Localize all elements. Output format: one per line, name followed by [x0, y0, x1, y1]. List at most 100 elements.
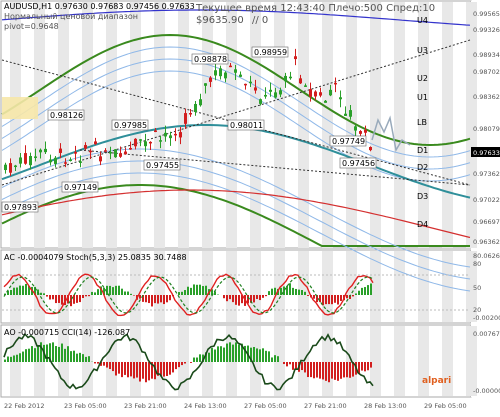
ao-bar [238, 344, 240, 362]
ao-bar [76, 354, 78, 362]
ao-bar [181, 362, 183, 365]
session-band [394, 2, 405, 248]
ac-bar [73, 295, 75, 304]
ac-bar [313, 295, 315, 299]
candle-body [344, 114, 347, 116]
server-time: Текущее время 12:43:40 Плечо:500 Спред:1… [196, 4, 435, 14]
ac-bar [292, 288, 294, 295]
ao-bar [271, 357, 273, 362]
price-annotation: 0.98011 [230, 121, 263, 130]
candle-body [49, 159, 52, 162]
ao-bar [226, 344, 228, 362]
candle-body [249, 82, 252, 84]
range-caption: Нормальный ценовой диапазон [4, 12, 138, 22]
price-tick-label: 0.98702 [473, 68, 500, 76]
ac-bar [61, 295, 63, 305]
ao-panel-title: AO -0.000715 CCI(14) -126.087 [4, 328, 130, 338]
candle-body [314, 92, 317, 97]
ao-bar [175, 362, 177, 369]
ao-bar [259, 349, 261, 362]
candle-body [129, 148, 132, 150]
candle-body [59, 149, 62, 153]
candle-body [174, 134, 177, 136]
candle-body [134, 139, 137, 146]
candle-body [284, 76, 287, 81]
candle-body [244, 84, 247, 86]
ac-bar [85, 295, 87, 296]
ac-bar [256, 295, 258, 299]
ao-bar [277, 356, 279, 362]
price-annotation: 0.97893 [4, 203, 37, 212]
level-label: D3 [417, 192, 428, 201]
ac-bar [169, 295, 171, 300]
ao-bar [301, 362, 303, 370]
price-annotation: 0.98126 [50, 111, 83, 120]
ao-bar [172, 362, 174, 372]
price-annotation: 0.98959 [254, 48, 287, 57]
price-tick-label: 0.97633 [473, 149, 500, 157]
ac-bar [289, 283, 291, 295]
session-band [226, 251, 237, 322]
ac-bar [205, 286, 207, 295]
ao-bar [16, 355, 18, 362]
ac-bar [286, 286, 288, 295]
ac-bar [223, 295, 225, 298]
ac-bar [10, 290, 12, 295]
candle-body [304, 85, 307, 87]
candle-body [239, 75, 242, 77]
session-band [154, 326, 165, 396]
ao-bar [97, 362, 99, 364]
ao-bar [292, 362, 294, 370]
ao-bar [70, 351, 72, 362]
ao-bar [106, 362, 108, 368]
ao-bar [61, 344, 63, 362]
ac-bar [43, 293, 45, 295]
level-label: U2 [417, 74, 428, 83]
ao-scale-label: 0.007675 [473, 330, 500, 338]
candle-body [19, 157, 22, 163]
ao-bar [208, 353, 210, 362]
session-band [370, 326, 381, 396]
ac-bar [148, 295, 150, 303]
candle-body [299, 78, 302, 83]
ac-bar [94, 292, 96, 295]
candle-body [99, 156, 102, 161]
ac-bar [52, 295, 54, 299]
ac-bar [139, 295, 141, 299]
ao-bar [79, 353, 81, 362]
ac-bar [307, 295, 309, 296]
ao-bar [64, 349, 66, 362]
ac-bar [259, 295, 261, 300]
candle-body [74, 152, 77, 154]
price-tick-label: 0.97362 [473, 170, 500, 178]
trading-terminal-screenshot: U4U3U2U1LBD1D2D3D40.981260.979850.988780… [0, 0, 500, 413]
ac-bar [19, 286, 21, 295]
ao-bar [133, 362, 135, 378]
ac-bar [340, 295, 342, 301]
ac-bar [328, 295, 330, 304]
ac-bar [199, 285, 201, 295]
ao-bar [121, 362, 123, 377]
candle-body [94, 141, 97, 144]
candle-body [144, 141, 147, 146]
brand-logo: alpari [422, 376, 451, 386]
price-annotation: 0.98878 [194, 55, 227, 64]
ac-bar [235, 295, 237, 305]
ac-bar [226, 295, 228, 301]
ac-bar [370, 284, 372, 295]
price-tick-label: 0.98079 [473, 125, 500, 133]
ac-bar [238, 295, 240, 306]
ac-bar [325, 295, 327, 304]
ao-bar [67, 346, 69, 362]
candle-body [309, 89, 312, 97]
ac-bar [346, 295, 348, 298]
ao-bar [220, 346, 222, 362]
ac-bar [76, 295, 78, 303]
ao-bar [337, 362, 339, 381]
ac-scale-label: -0.00200 [473, 314, 500, 322]
candle-body [229, 66, 232, 68]
ac-bar [25, 284, 27, 295]
ao-bar [7, 357, 9, 362]
candle-body [339, 97, 342, 99]
session-band [274, 2, 285, 248]
